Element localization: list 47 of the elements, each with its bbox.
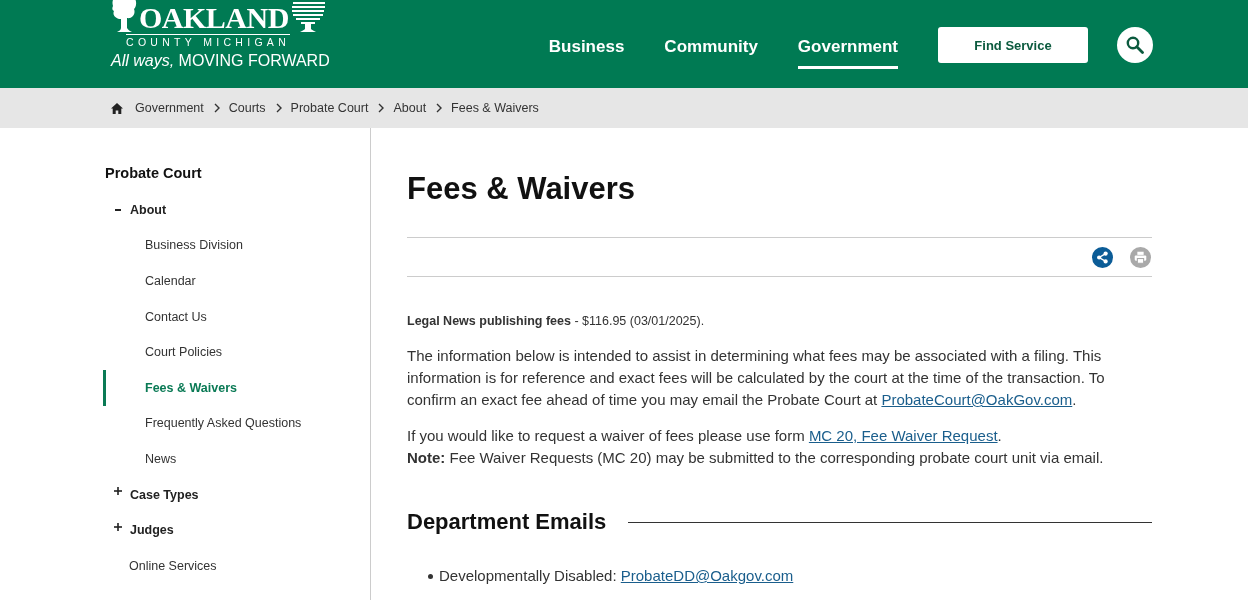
chevron-icon [213, 103, 220, 113]
breadcrumb-link[interactable]: Courts [228, 101, 266, 115]
logo-wordmark: OAKLAND [139, 4, 289, 32]
chevron-icon [436, 103, 443, 113]
sidebar-link[interactable]: News [103, 441, 177, 477]
home-icon[interactable] [111, 102, 123, 114]
logo-tagline: All ways, MOVING FORWARD [111, 51, 330, 71]
sidebar-item[interactable]: About [130, 200, 167, 219]
minus-icon[interactable] [115, 208, 121, 211]
sidebar-link[interactable]: Business Division [103, 227, 243, 264]
breadcrumb-link[interactable]: Probate Court [290, 101, 369, 115]
note-text: Note: Fee Waiver Requests (MC 20) may be submitted to the corresponding probate court unit via email. [407, 448, 1105, 468]
logo-subtitle: COUNTY MICHIGAN [126, 34, 291, 48]
striped-tree-icon [290, 0, 325, 32]
nav-link[interactable]: Business [548, 0, 625, 69]
chevron-icon [378, 103, 385, 113]
plus-icon[interactable] [114, 487, 122, 496]
plus-icon[interactable] [114, 522, 122, 531]
paragraph-text: If you would like to request a waiver of fees please use form MC 20, Fee Waiver Request. [407, 426, 1003, 446]
sidebar-link[interactable]: Frequently Asked Questions [103, 405, 302, 442]
sidebar-link[interactable]: Calendar [103, 263, 196, 299]
sidebar-link[interactable]: Fees & Waivers [103, 369, 237, 406]
fee-note-text: Legal News publishing fees - $116.95 (03/01/2025). [407, 313, 706, 330]
find-service-button[interactable]: Find Service [938, 27, 1088, 63]
breadcrumb-link[interactable]: Fees & Waivers [451, 101, 539, 115]
breadcrumb-link[interactable]: Government [135, 101, 204, 115]
breadcrumb-link[interactable]: About [393, 101, 427, 115]
sidebar-link[interactable]: Contact Us [103, 298, 207, 335]
bullet-icon [428, 573, 433, 579]
sidebar-item[interactable]: Case Types [130, 485, 199, 504]
search-button[interactable] [1117, 27, 1153, 63]
chevron-icon [275, 103, 282, 113]
list-item-text: Developmentally Disabled: ProbateDD@Oakgov.com [439, 566, 794, 586]
sidebar-item[interactable]: Online Services [129, 556, 217, 575]
sidebar-title: Probate Court [105, 164, 202, 183]
section-heading: Department Emails [407, 508, 607, 536]
page-title: Fees & Waivers [407, 170, 636, 208]
tree-icon [111, 0, 137, 32]
inline-link[interactable]: MC 20, Fee Waiver Request [808, 427, 998, 444]
nav-link[interactable]: Government [797, 0, 898, 69]
sidebar-link[interactable]: Court Policies [103, 334, 223, 370]
nav-link[interactable]: Community [664, 0, 758, 69]
sidebar-item[interactable]: Judges [130, 521, 174, 540]
share-icon[interactable] [1092, 246, 1113, 268]
email-link[interactable]: ProbateDD@Oakgov.com [620, 567, 794, 584]
search-icon [1126, 36, 1144, 54]
paragraph-text: The information below is intended to assist in determining what fees may be associated with a filing. This information is for reference and exact fees will be calculated by the court at the time of the transaction. To confirm an exact fee ahead of time you may email the Probate Court at ProbateCourt@OakGov.com. [407, 346, 1106, 410]
